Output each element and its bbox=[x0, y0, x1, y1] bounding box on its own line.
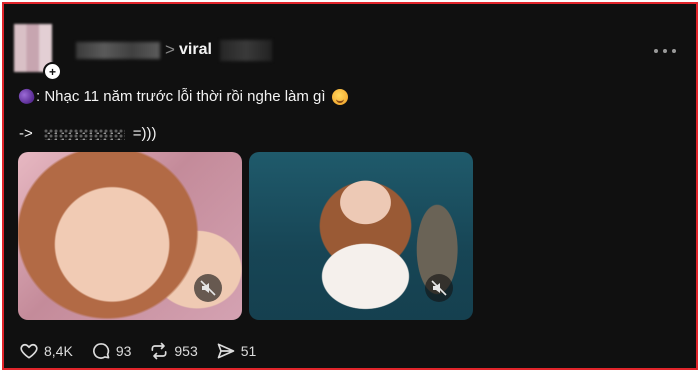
post-card: + > viral : Nhạc 11 năm trước lỗi thời r… bbox=[2, 2, 698, 370]
repost-button[interactable]: 953 bbox=[149, 341, 198, 361]
post-header: + > viral bbox=[14, 12, 686, 81]
timestamp-redacted bbox=[220, 40, 272, 61]
mute-button[interactable] bbox=[425, 274, 453, 302]
mute-icon bbox=[200, 280, 216, 296]
video-thumbnail-1[interactable] bbox=[18, 152, 242, 320]
smile-emoji-icon bbox=[331, 88, 348, 105]
share-count: 51 bbox=[240, 343, 257, 359]
topic-tag[interactable]: viral bbox=[179, 41, 212, 59]
username-redacted[interactable] bbox=[76, 42, 160, 59]
repost-count: 953 bbox=[174, 343, 198, 359]
comment-count: 93 bbox=[115, 343, 132, 359]
arrow-prefix: -> bbox=[19, 125, 33, 142]
post-actions: 8,4K 93 953 51 bbox=[19, 340, 274, 362]
follow-plus-icon[interactable]: + bbox=[43, 62, 62, 81]
repost-icon bbox=[151, 342, 167, 360]
comment-button[interactable]: 93 bbox=[91, 341, 132, 361]
more-options-icon[interactable] bbox=[654, 48, 676, 54]
heart-icon bbox=[20, 343, 38, 359]
mute-icon bbox=[431, 280, 447, 296]
post-caption: : Nhạc 11 năm trước lỗi thời rồi nghe là… bbox=[16, 86, 348, 107]
like-button[interactable]: 8,4K bbox=[19, 341, 73, 361]
caption-text: : Nhạc 11 năm trước lỗi thời rồi nghe là… bbox=[36, 88, 326, 105]
video-thumbnail-2[interactable] bbox=[249, 152, 473, 320]
eggplant-emoji-icon bbox=[16, 86, 37, 107]
mute-button[interactable] bbox=[194, 274, 222, 302]
share-icon bbox=[217, 343, 235, 359]
post-caption-line2: -> =))) bbox=[19, 125, 157, 142]
laugh-suffix: =))) bbox=[132, 125, 157, 142]
scribbled-text-redacted bbox=[42, 127, 125, 140]
chevron-right-icon: > bbox=[165, 40, 175, 59]
comment-icon bbox=[92, 343, 110, 359]
share-button[interactable]: 51 bbox=[216, 341, 257, 361]
like-count: 8,4K bbox=[44, 343, 73, 359]
